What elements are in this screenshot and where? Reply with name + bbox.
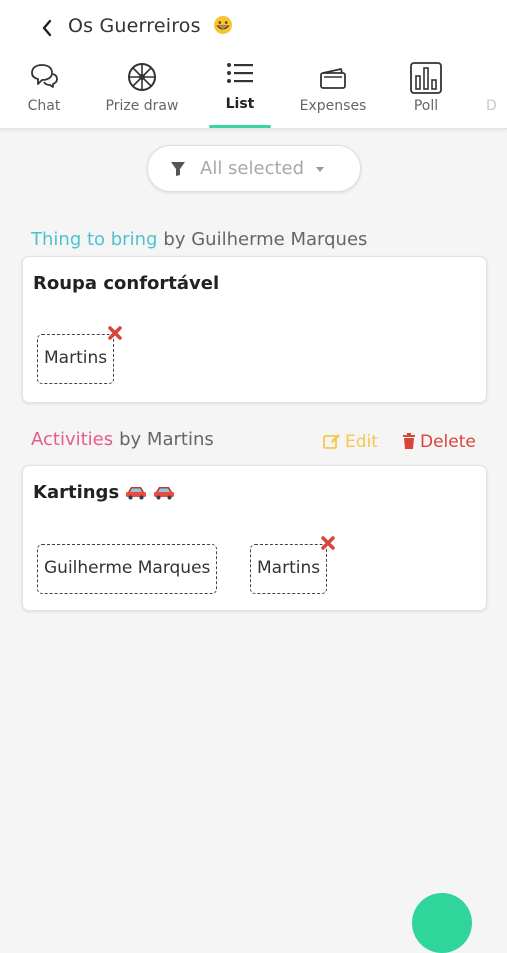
item-title-text: Kartings [33, 482, 120, 503]
tab-label: Expenses [299, 98, 367, 114]
group-name: Os Guerreiros [68, 15, 201, 37]
tab-label: Poll [413, 98, 439, 114]
prize-wheel-icon [128, 63, 156, 91]
list-item-card: Kartings Guilherme Marques Martins [22, 465, 487, 611]
add-item-button[interactable] [412, 893, 472, 953]
remove-person-icon[interactable] [320, 535, 336, 551]
person-chip[interactable]: Martins [250, 536, 335, 594]
item-title: Roupa confortável [33, 273, 220, 294]
chat-bubbles-icon [31, 64, 58, 88]
remove-person-icon[interactable] [107, 325, 123, 341]
filter-dropdown[interactable]: All selected [147, 145, 361, 192]
bar-chart-icon [410, 62, 442, 94]
item-header: Activities by Martins [31, 429, 214, 455]
item-author: by Martins [119, 429, 214, 450]
person-name: Martins [257, 558, 321, 578]
car-icon [154, 487, 175, 500]
filter-label: All selected [200, 158, 305, 179]
caret-down-icon [316, 167, 324, 172]
active-tab-indicator [209, 125, 271, 128]
tab-truncated[interactable]: D [478, 54, 507, 128]
delete-label: Delete [420, 432, 476, 452]
back-button[interactable] [36, 16, 58, 40]
app-header: Os Guerreiros [0, 0, 507, 54]
edit-button[interactable]: Edit [323, 432, 378, 452]
tab-bar: Chat Prize draw List Expenses Poll D [0, 54, 507, 129]
tab-label: Prize draw [105, 98, 179, 114]
item-header: Thing to bring by Guilherme Marques [31, 229, 367, 255]
person-name: Guilherme Marques [44, 558, 211, 578]
tab-poll[interactable]: Poll [398, 54, 454, 128]
chevron-left-icon [42, 19, 52, 37]
wallet-icon [320, 68, 346, 89]
list-item-card: Roupa confortável Martins [22, 256, 487, 403]
person-name: Martins [44, 348, 108, 368]
person-chip[interactable]: Guilherme Marques [37, 544, 218, 594]
person-chip[interactable]: Martins [37, 326, 122, 384]
page-title: Os Guerreiros [68, 15, 233, 37]
tab-label: D [486, 98, 497, 114]
edit-label: Edit [345, 432, 378, 452]
item-category: Activities [31, 429, 114, 450]
grinning-face-icon [213, 16, 232, 34]
item-title: Kartings [33, 482, 175, 503]
tab-expenses[interactable]: Expenses [296, 54, 370, 128]
item-author: by Guilherme Marques [163, 229, 368, 250]
tab-label: Chat [27, 98, 61, 114]
car-icon [126, 487, 147, 500]
tab-label: List [225, 96, 255, 112]
tab-list[interactable]: List [209, 54, 271, 128]
item-category: Thing to bring [31, 229, 158, 250]
filter-icon [171, 162, 185, 176]
trash-icon [403, 433, 415, 449]
edit-icon [323, 434, 340, 449]
tab-prize-draw[interactable]: Prize draw [100, 54, 184, 128]
tab-chat[interactable]: Chat [14, 54, 74, 128]
delete-button[interactable]: Delete [402, 432, 476, 452]
list-icon [227, 63, 253, 83]
